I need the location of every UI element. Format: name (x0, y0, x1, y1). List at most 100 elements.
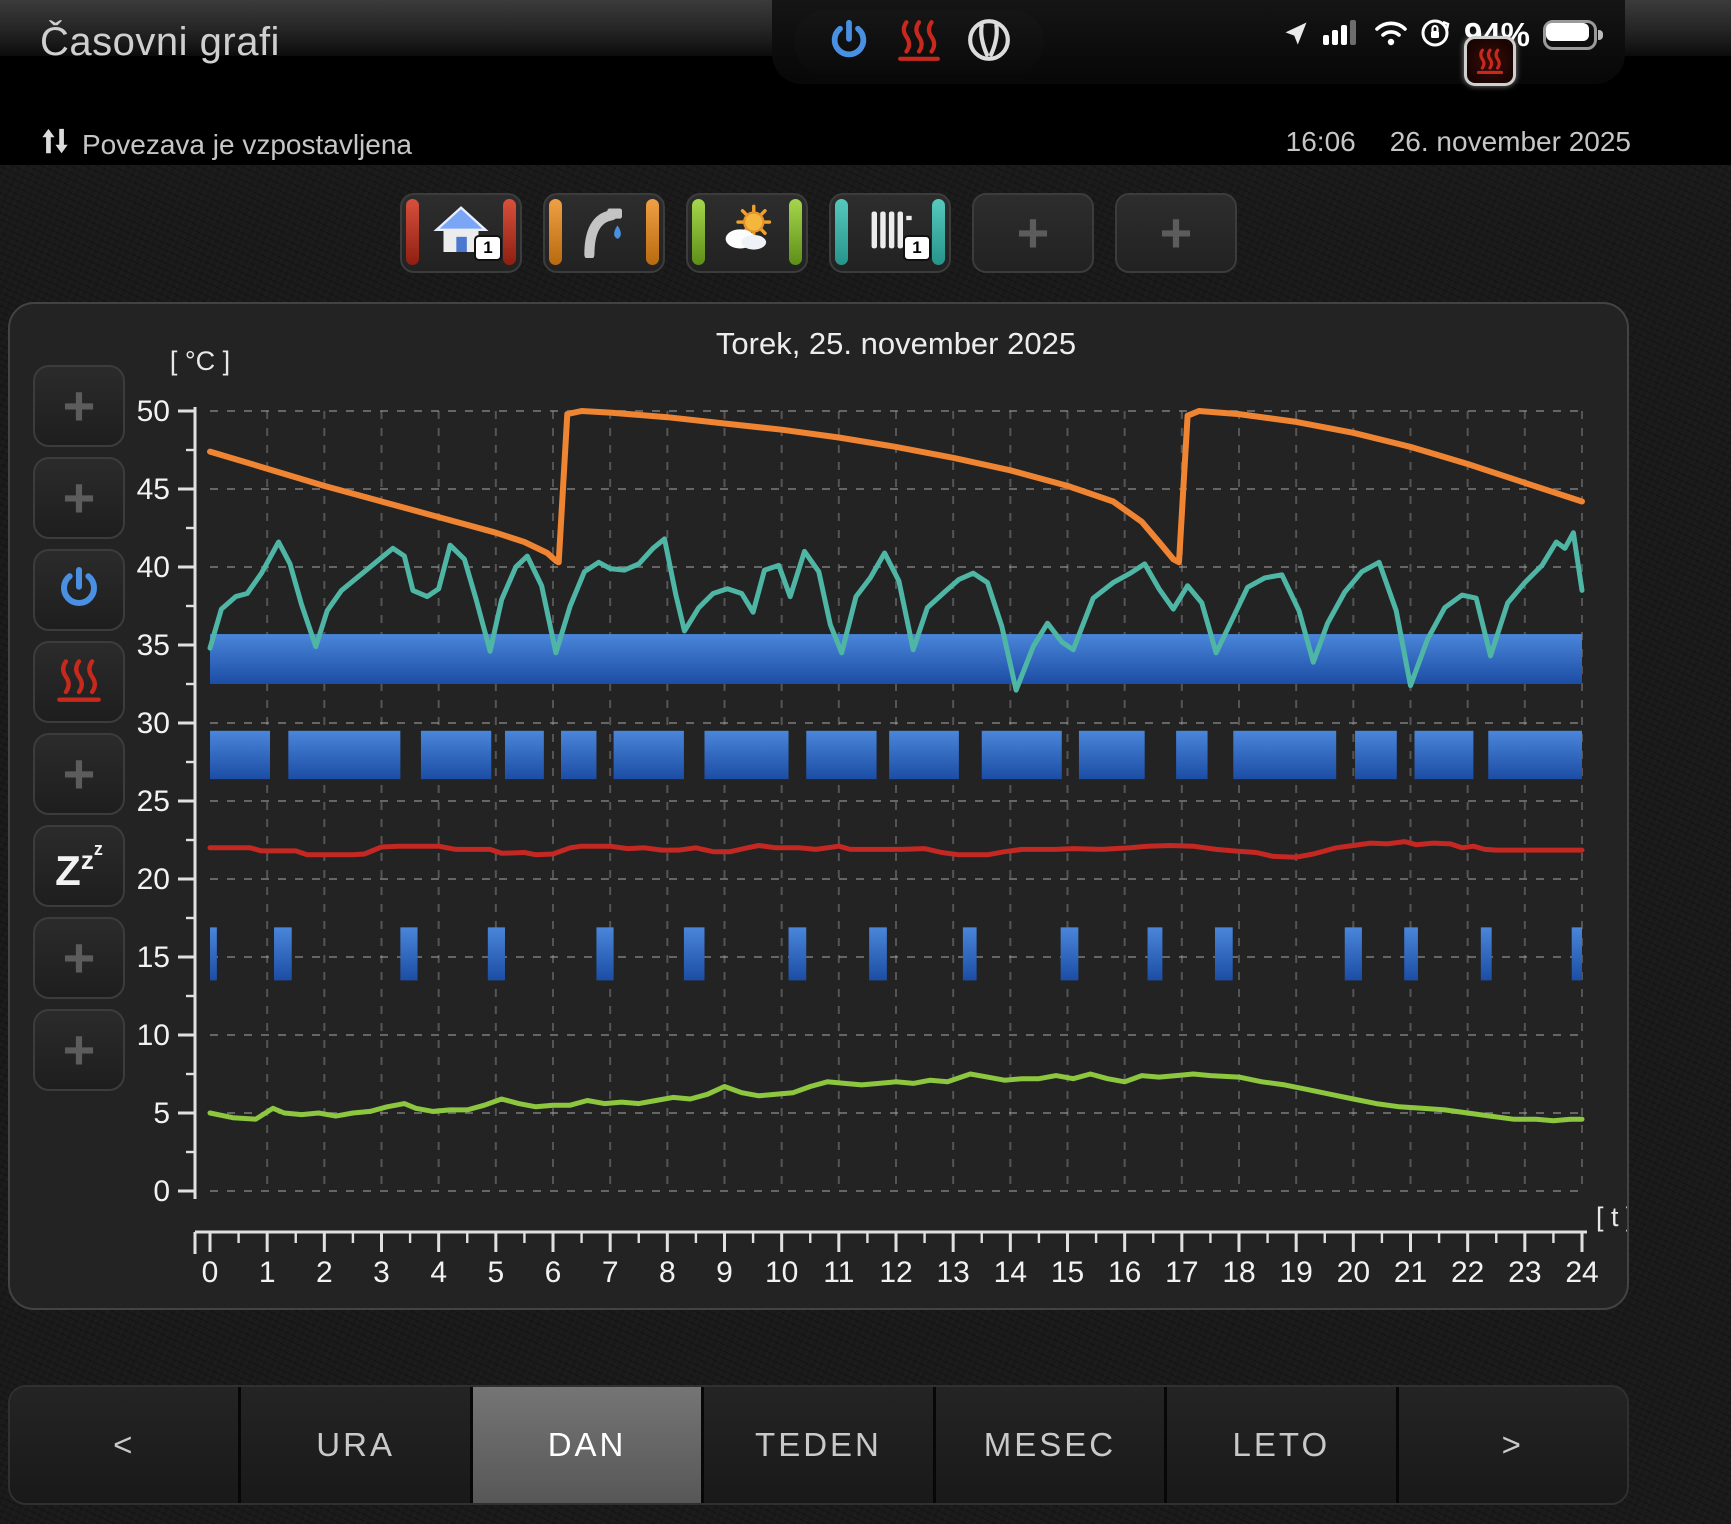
power-icon[interactable] (826, 17, 872, 68)
y-axis-unit-label: [ °C ] (170, 346, 230, 376)
heating-active-badge-icon (1464, 36, 1516, 86)
svg-text:12: 12 (879, 1256, 912, 1289)
date-text: 26. november 2025 (1390, 126, 1631, 157)
svg-text:20: 20 (1337, 1256, 1370, 1289)
sidebar-button-add-slot-2[interactable]: + (33, 457, 125, 539)
svg-text:0: 0 (153, 1175, 170, 1208)
orientation-lock-icon (1421, 18, 1451, 53)
plus-icon: + (1017, 205, 1050, 261)
tab-weather[interactable] (686, 193, 808, 273)
svg-text:10: 10 (765, 1256, 798, 1289)
weather-color-strip (789, 199, 802, 265)
svg-text:19: 19 (1279, 1256, 1312, 1289)
circuit-tabs: 1 1 + + (400, 193, 1237, 273)
nav-item-teden[interactable]: TEDEN (704, 1387, 935, 1503)
svg-text:20: 20 (137, 863, 170, 896)
faucet-icon (577, 204, 631, 263)
svg-text:18: 18 (1222, 1256, 1255, 1289)
home-circuit-color-strip (406, 199, 419, 265)
svg-text:40: 40 (137, 551, 170, 584)
wifi-icon (1374, 20, 1408, 51)
pump-icon[interactable] (966, 17, 1012, 68)
home-circuit-color-strip (503, 199, 516, 265)
plus-icon: + (63, 746, 96, 802)
header-bar: Časovni grafi (0, 0, 1731, 165)
nav-item-mesec[interactable]: MESEC (936, 1387, 1167, 1503)
sidebar-button-add-slot-1[interactable]: + (33, 365, 125, 447)
heat-icon (55, 657, 103, 708)
band-heating-setpoint-band (210, 634, 1582, 684)
page-title: Časovni grafi (40, 20, 280, 65)
nav-item-next[interactable]: > (1399, 1387, 1627, 1503)
grid (210, 411, 1582, 1191)
nav-item-dan[interactable]: DAN (473, 1387, 704, 1503)
plus-icon: + (63, 378, 96, 434)
nav-item-leto[interactable]: LETO (1167, 1387, 1398, 1503)
cellular-signal-icon (1323, 19, 1361, 52)
status-island: 94% (772, 0, 1625, 84)
tab-radiator-circuit[interactable]: 1 (829, 193, 951, 273)
sidebar-button-sleep[interactable]: Zzz (33, 825, 125, 907)
x-axis-unit-label: [ t ] (1596, 1202, 1627, 1232)
sidebar-button-add-slot-4[interactable]: + (33, 917, 125, 999)
plus-icon: + (63, 930, 96, 986)
nav-item-prev[interactable]: < (10, 1387, 241, 1503)
plus-icon: + (63, 1022, 96, 1078)
svg-text:11: 11 (823, 1256, 854, 1289)
domestic-hot-water-color-strip (646, 199, 659, 265)
sidebar-button-add-slot-5[interactable]: + (33, 1009, 125, 1091)
mode-icon-pill (794, 10, 1044, 74)
tab-home-circuit[interactable]: 1 (400, 193, 522, 273)
svg-text:2: 2 (316, 1256, 333, 1289)
datetime-row: 16:06 26. november 2025 (0, 126, 1631, 158)
period-nav: <URADANTEDENMESECLETO> (8, 1385, 1629, 1505)
svg-text:21: 21 (1394, 1256, 1427, 1289)
sidebar-button-add-slot-3[interactable]: + (33, 733, 125, 815)
svg-text:13: 13 (936, 1256, 969, 1289)
chart-title: Torek, 25. november 2025 (716, 326, 1076, 361)
sidebar-button-heating[interactable] (33, 641, 125, 723)
svg-text:5: 5 (153, 1097, 170, 1130)
radiator-circuit-color-strip (932, 199, 945, 265)
plus-icon: + (63, 470, 96, 526)
svg-text:7: 7 (602, 1256, 619, 1289)
svg-text:8: 8 (659, 1256, 676, 1289)
svg-text:35: 35 (137, 629, 170, 662)
svg-text:1: 1 (259, 1256, 276, 1289)
status-bar: 94% (1282, 16, 1605, 54)
svg-text:5: 5 (487, 1256, 504, 1289)
tab-add-tab-2[interactable]: + (1115, 193, 1237, 273)
svg-text:22: 22 (1451, 1256, 1484, 1289)
band-burner-run-band (210, 731, 1582, 779)
weather-icon (719, 204, 775, 263)
sidebar-button-power[interactable] (33, 549, 125, 631)
svg-text:9: 9 (716, 1256, 733, 1289)
svg-text:0: 0 (202, 1256, 219, 1289)
svg-text:17: 17 (1165, 1256, 1198, 1289)
time-text: 16:06 (1286, 126, 1356, 157)
plus-icon: + (1160, 205, 1193, 261)
chart-sidebar: + + + Zzz + + (33, 365, 125, 1091)
svg-text:50: 50 (137, 395, 170, 428)
tab-badge: 1 (474, 235, 502, 261)
svg-text:4: 4 (430, 1256, 447, 1289)
svg-text:14: 14 (994, 1256, 1027, 1289)
x-axis: 0123456789101112131415161718192021222324 (195, 1232, 1599, 1289)
svg-text:45: 45 (137, 473, 170, 506)
svg-text:25: 25 (137, 785, 170, 818)
time-chart: 0510152025303540455001234567891011121314… (10, 304, 1627, 1308)
location-icon (1282, 19, 1310, 52)
heating-icon[interactable] (896, 18, 942, 67)
tab-add-tab-1[interactable]: + (972, 193, 1094, 273)
svg-text:30: 30 (137, 707, 170, 740)
nav-item-ura[interactable]: URA (241, 1387, 472, 1503)
tab-domestic-hot-water[interactable] (543, 193, 665, 273)
tab-badge: 1 (903, 235, 931, 261)
power-icon (55, 564, 103, 617)
chart-panel[interactable]: 0510152025303540455001234567891011121314… (8, 302, 1629, 1310)
svg-text:3: 3 (373, 1256, 390, 1289)
svg-text:15: 15 (1051, 1256, 1084, 1289)
sleep-icon: Zzz (55, 840, 103, 892)
svg-text:10: 10 (137, 1019, 170, 1052)
svg-text:23: 23 (1508, 1256, 1541, 1289)
